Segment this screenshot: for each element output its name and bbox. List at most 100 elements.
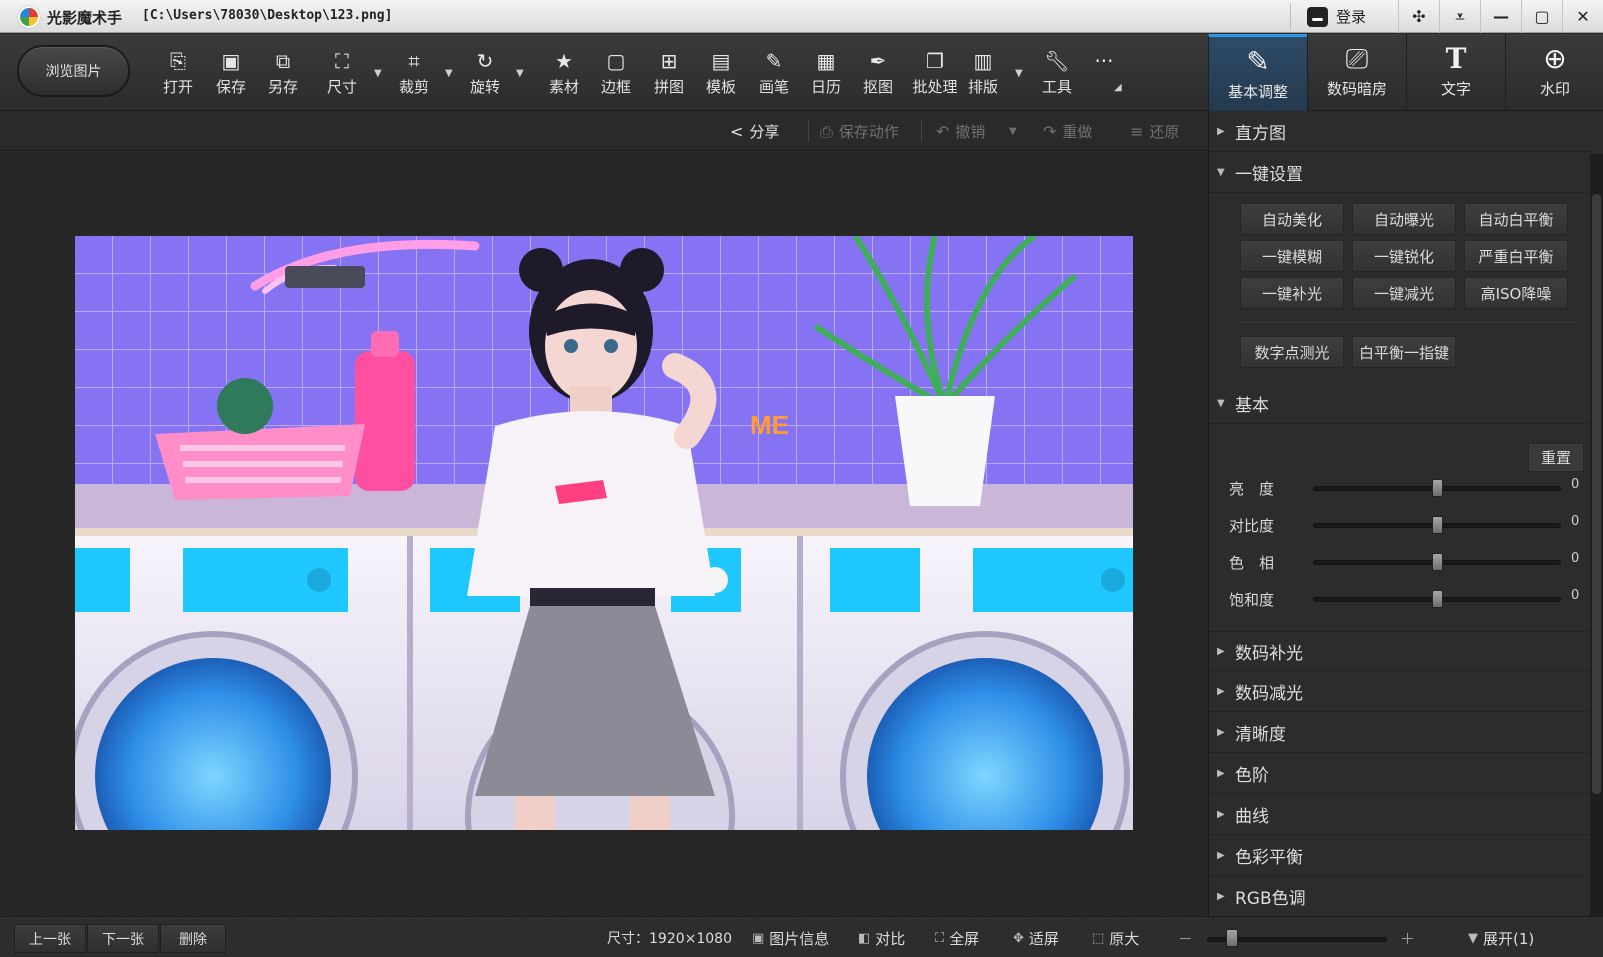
- save-as-button[interactable]: ⧉ 另存: [257, 48, 309, 100]
- edit-icon: ✎: [1246, 45, 1270, 78]
- slider-knob[interactable]: [1431, 590, 1443, 608]
- tab-basic-adjust[interactable]: ✎ 基本调整: [1208, 34, 1307, 111]
- brightness-slider[interactable]: 亮 度 0: [1229, 476, 1579, 500]
- section-clarity[interactable]: ▶ 清晰度: [1209, 713, 1591, 753]
- crop-button[interactable]: ⌗ 裁剪: [388, 48, 440, 100]
- browse-images-button[interactable]: 浏览图片: [17, 45, 130, 97]
- undo-button[interactable]: ↶ 撤销: [936, 121, 985, 142]
- zoom-out-button[interactable]: －: [1178, 928, 1193, 949]
- rotate-button[interactable]: ↻ 旋转: [459, 48, 511, 100]
- template-icon: ▤: [711, 49, 731, 73]
- section-color-balance[interactable]: ▶ 色彩平衡: [1209, 836, 1591, 876]
- tab-watermark[interactable]: ⊕ 水印: [1505, 34, 1603, 111]
- maximize-icon[interactable]: ▢: [1521, 0, 1562, 33]
- reduce-light-button[interactable]: 一键减光: [1352, 277, 1456, 309]
- layout-button[interactable]: ▥ 排版: [957, 48, 1009, 100]
- skin-icon[interactable]: ✣: [1398, 0, 1439, 33]
- section-levels[interactable]: ▶ 色阶: [1209, 754, 1591, 794]
- save-action-button[interactable]: ⎙ 保存动作: [820, 121, 899, 142]
- restore-button[interactable]: ≡ 还原: [1130, 121, 1179, 142]
- chevron-down-icon: ▼: [1217, 398, 1225, 409]
- undo-dropdown-icon[interactable]: ▼: [1009, 126, 1017, 137]
- spot-metering-button[interactable]: 数字点测光: [1240, 336, 1344, 368]
- fit-screen-button[interactable]: ✥ 适屏: [1013, 928, 1059, 949]
- section-one-click[interactable]: ▼ 一键设置: [1209, 153, 1591, 193]
- hue-slider[interactable]: 色 相 0: [1229, 550, 1579, 574]
- one-click-blur-button[interactable]: 一键模糊: [1240, 240, 1344, 272]
- rotate-icon: ↻: [476, 49, 494, 73]
- slider-knob[interactable]: [1431, 553, 1443, 571]
- toolbar-expand-icon[interactable]: ◢: [1114, 82, 1122, 93]
- collage-button[interactable]: ⊞ 拼图: [643, 48, 695, 100]
- fit-icon: ✥: [1013, 931, 1024, 946]
- prev-image-button[interactable]: 上一张: [14, 924, 86, 953]
- tab-text[interactable]: T 文字: [1406, 34, 1505, 111]
- auto-beautify-button[interactable]: 自动美化: [1240, 203, 1344, 235]
- tools-button[interactable]: 🔧︎ 工具: [1031, 48, 1083, 100]
- scrollbar-thumb[interactable]: [1592, 194, 1601, 794]
- cutout-button[interactable]: ✒ 抠图: [852, 48, 904, 100]
- section-fill-light[interactable]: ▶ 数码补光: [1209, 631, 1591, 671]
- rotate-dropdown-icon[interactable]: ▼: [516, 68, 524, 79]
- slider-knob[interactable]: [1431, 479, 1443, 497]
- section-rgb-tone[interactable]: ▶ RGB色调: [1209, 877, 1591, 916]
- one-click-sharpen-button[interactable]: 一键锐化: [1352, 240, 1456, 272]
- open-button[interactable]: ⎘ 打开: [152, 48, 204, 100]
- brush-button[interactable]: ✎ 画笔: [748, 48, 800, 100]
- panel-scrollbar[interactable]: [1590, 154, 1603, 916]
- delete-button[interactable]: 删除: [160, 924, 226, 953]
- chevron-right-icon: ▶: [1217, 809, 1225, 820]
- resize-button[interactable]: ⛶ 尺寸: [316, 48, 368, 100]
- more-icon: ···: [1094, 49, 1114, 73]
- action-bar: < 分享 ⎙ 保存动作 ↶ 撤销 ▼ ↷ 重做 ≡ 还原: [0, 112, 1208, 151]
- section-histogram[interactable]: ▶ 直方图: [1209, 112, 1591, 152]
- adjust-panel: ▶ 直方图 ▼ 一键设置 自动美化 自动曝光 自动白平衡 一键模糊 一键锐化 严重白…: [1208, 112, 1603, 916]
- watermark-icon: ⊕: [1543, 42, 1567, 75]
- fill-light-button[interactable]: 一键补光: [1240, 277, 1344, 309]
- tab-digital-darkroom[interactable]: ⎚ 数码暗房: [1307, 34, 1406, 111]
- text-icon: T: [1445, 42, 1467, 75]
- border-button[interactable]: ▢ 边框: [590, 48, 642, 100]
- redo-button[interactable]: ↷ 重做: [1043, 121, 1092, 142]
- zoom-in-button[interactable]: ＋: [1400, 928, 1415, 949]
- save-action-icon: ⎙: [820, 121, 833, 141]
- slider-knob[interactable]: [1431, 516, 1443, 534]
- chevron-right-icon: ▶: [1217, 850, 1225, 861]
- fullscreen-button[interactable]: ⛶ 全屏: [935, 928, 979, 949]
- menu-icon[interactable]: ⩡: [1439, 0, 1480, 33]
- image-info-button[interactable]: ▣ 图片信息: [752, 928, 829, 949]
- login-button[interactable]: 登录: [1290, 3, 1398, 30]
- section-curves[interactable]: ▶ 曲线: [1209, 795, 1591, 835]
- file-path: [C:\Users\78030\Desktop\123.png]: [142, 8, 393, 23]
- section-basic[interactable]: ▼ 基本: [1209, 384, 1591, 424]
- close-icon[interactable]: ✕: [1562, 0, 1603, 33]
- redo-icon: ↷: [1043, 122, 1057, 141]
- auto-white-balance-button[interactable]: 自动白平衡: [1464, 203, 1568, 235]
- high-iso-denoise-button[interactable]: 高ISO降噪: [1464, 277, 1568, 309]
- saturation-slider[interactable]: 饱和度 0: [1229, 587, 1579, 611]
- photo-image[interactable]: ME: [75, 236, 1133, 830]
- compare-icon: ◧: [858, 931, 871, 946]
- resize-dropdown-icon[interactable]: ▼: [374, 68, 382, 79]
- white-balance-picker-button[interactable]: 白平衡一指键: [1352, 336, 1456, 368]
- contrast-slider[interactable]: 对比度 0: [1229, 513, 1579, 537]
- chevron-right-icon: ▶: [1217, 768, 1225, 779]
- next-image-button[interactable]: 下一张: [87, 924, 159, 953]
- material-button[interactable]: ★ 素材: [538, 48, 590, 100]
- severe-white-balance-button[interactable]: 严重白平衡: [1464, 240, 1568, 272]
- calendar-button[interactable]: ▦ 日历: [800, 48, 852, 100]
- reset-button[interactable]: 重置: [1528, 443, 1584, 472]
- original-size-button[interactable]: ⬚ 原大: [1092, 928, 1139, 949]
- expand-button[interactable]: ▼ 展开(1): [1468, 928, 1534, 949]
- auto-exposure-button[interactable]: 自动曝光: [1352, 203, 1456, 235]
- compare-button[interactable]: ◧ 对比: [858, 928, 905, 949]
- zoom-slider-knob[interactable]: [1226, 929, 1239, 947]
- minimize-icon[interactable]: —: [1480, 0, 1521, 33]
- template-button[interactable]: ▤ 模板: [695, 48, 747, 100]
- share-button[interactable]: < 分享: [730, 121, 779, 142]
- crop-dropdown-icon[interactable]: ▼: [445, 68, 453, 79]
- right-tabs: ✎ 基本调整 ⎚ 数码暗房 T 文字 ⊕ 水印: [1208, 34, 1603, 111]
- save-button[interactable]: ▣ 保存: [205, 48, 257, 100]
- section-reduce-light[interactable]: ▶ 数码减光: [1209, 672, 1591, 712]
- layout-dropdown-icon[interactable]: ▼: [1015, 68, 1023, 79]
